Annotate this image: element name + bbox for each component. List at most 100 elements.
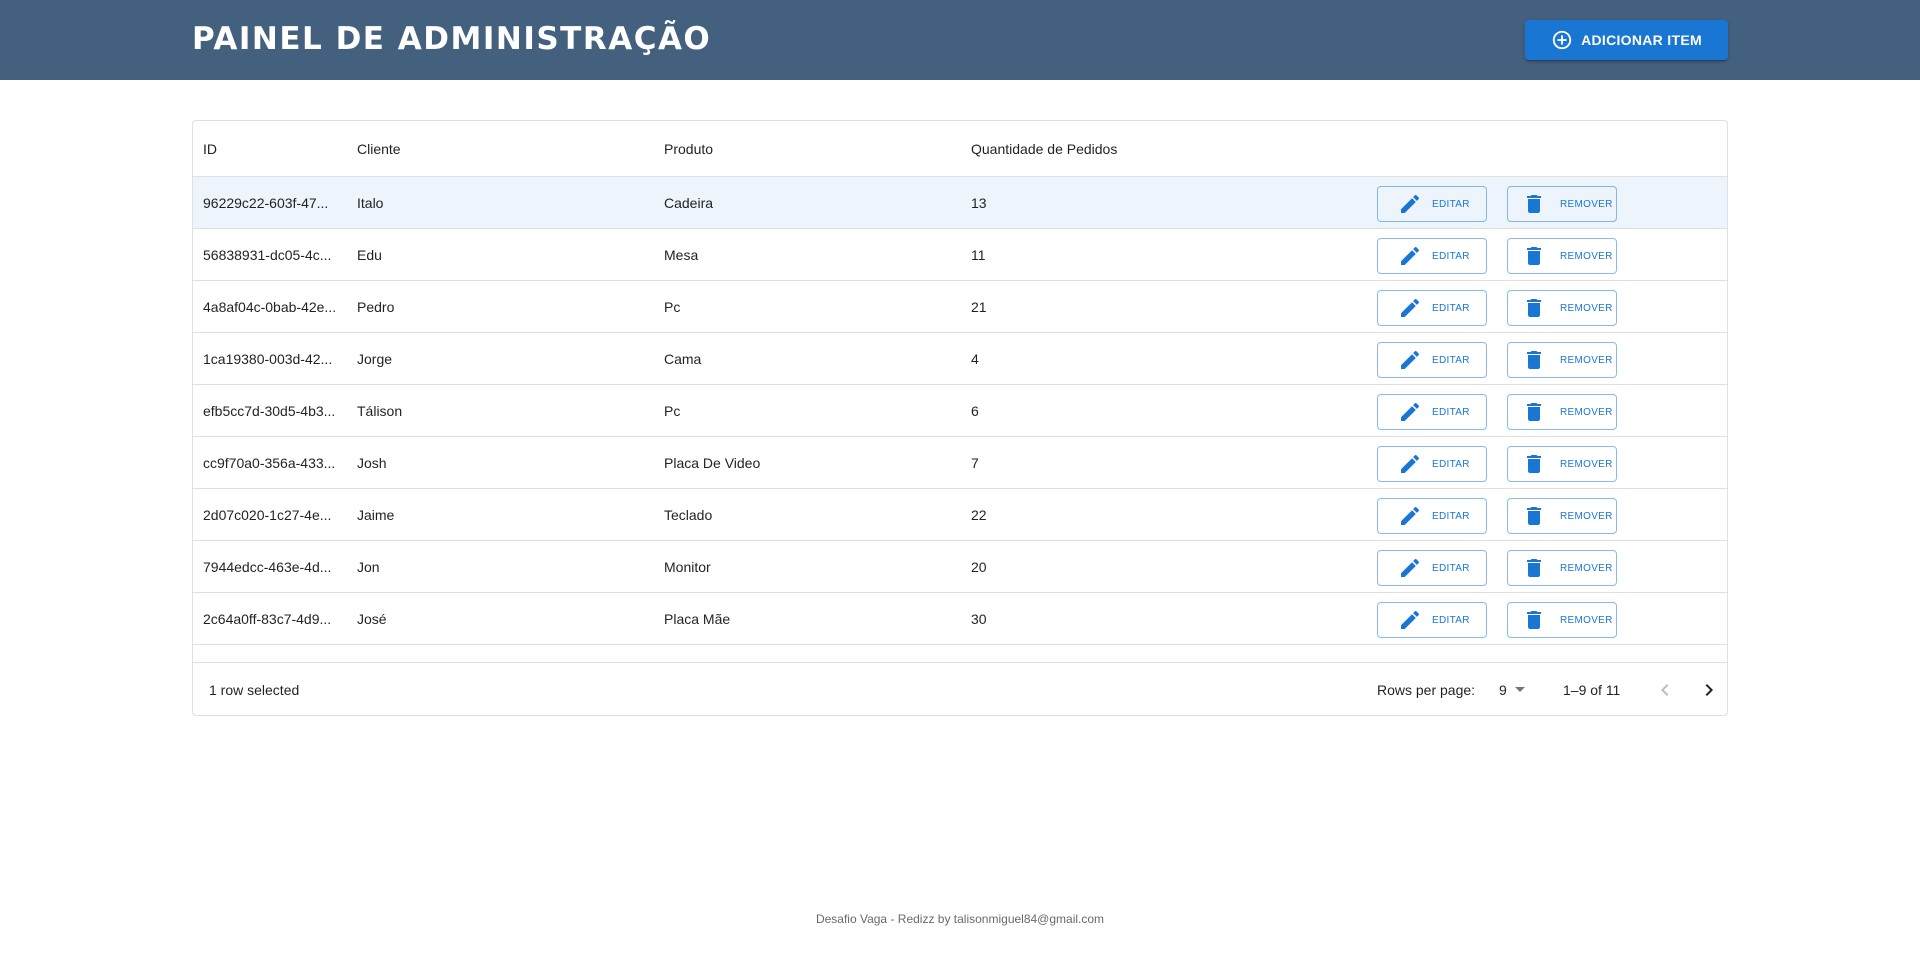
- column-header-produto[interactable]: Produto: [664, 121, 954, 176]
- remove-button[interactable]: REMOVER: [1507, 342, 1617, 378]
- cell-id: 56838931-dc05-4c...: [203, 246, 332, 263]
- cell-produto: Pc: [664, 402, 681, 419]
- app-header: PAINEL DE ADMINISTRAÇÃO ADICIONAR ITEM: [0, 0, 1920, 80]
- cell-id: 2c64a0ff-83c7-4d9...: [203, 610, 332, 627]
- edit-button[interactable]: EDITAR: [1377, 602, 1487, 638]
- cell-quantidade: 4: [971, 350, 979, 367]
- next-page-button[interactable]: [1694, 675, 1724, 705]
- cell-cliente: Tálison: [357, 402, 403, 419]
- edit-button[interactable]: EDITAR: [1377, 186, 1487, 222]
- cell-quantidade: 20: [971, 558, 987, 575]
- remove-label: REMOVER: [1560, 198, 1613, 210]
- trash-icon: [1527, 403, 1541, 421]
- cell-produto: Cama: [664, 350, 702, 367]
- data-grid: ID Cliente Produto Quantidade de Pedidos…: [192, 120, 1728, 716]
- page-footer: Desafio Vaga - Redizz by talisonmiguel84…: [815, 912, 1105, 926]
- cell-quantidade: 13: [971, 194, 987, 211]
- cell-id: 2d07c020-1c27-4e...: [203, 506, 332, 523]
- remove-button[interactable]: REMOVER: [1507, 446, 1617, 482]
- trash-icon: [1527, 195, 1541, 213]
- rows-per-page-select[interactable]: 9: [1499, 663, 1525, 716]
- cell-id: 7944edcc-463e-4d...: [203, 558, 332, 575]
- cell-cliente: Pedro: [357, 298, 395, 315]
- cell-produto: Placa Mãe: [664, 610, 731, 627]
- remove-label: REMOVER: [1560, 510, 1613, 522]
- remove-label: REMOVER: [1560, 614, 1613, 626]
- remove-button[interactable]: REMOVER: [1507, 550, 1617, 586]
- page-title: PAINEL DE ADMINISTRAÇÃO: [192, 21, 712, 57]
- remove-button[interactable]: REMOVER: [1507, 290, 1617, 326]
- table-row[interactable]: efb5cc7d-30d5-4b3... Tálison Pc 6 EDITAR REMO…: [193, 385, 1727, 437]
- cell-quantidade: 7: [971, 454, 979, 471]
- pencil-icon: [1401, 350, 1420, 369]
- pencil-icon: [1401, 298, 1420, 317]
- edit-label: EDITAR: [1432, 614, 1470, 626]
- edit-label: EDITAR: [1432, 302, 1470, 314]
- edit-label: EDITAR: [1432, 510, 1470, 522]
- selected-count: 1 row selected: [209, 681, 300, 698]
- table-row[interactable]: cc9f70a0-356a-433... Josh Placa De Video 7 E…: [193, 437, 1727, 489]
- remove-label: REMOVER: [1560, 458, 1613, 470]
- trash-icon: [1527, 455, 1541, 473]
- column-header-id[interactable]: ID: [203, 121, 343, 176]
- edit-button[interactable]: EDITAR: [1377, 238, 1487, 274]
- trash-icon: [1527, 559, 1541, 577]
- cell-cliente: Jaime: [357, 506, 395, 523]
- remove-label: REMOVER: [1560, 406, 1613, 418]
- cell-id: 96229c22-603f-47...: [203, 194, 329, 211]
- chevron-left-icon: [1661, 684, 1669, 696]
- table-row[interactable]: 2c64a0ff-83c7-4d9... José Placa Mãe 30 EDITA…: [193, 593, 1727, 645]
- trash-icon: [1527, 247, 1541, 265]
- cell-produto: Cadeira: [664, 194, 714, 211]
- table-row[interactable]: 7944edcc-463e-4d... Jon Monitor 20 EDITAR REM…: [193, 541, 1727, 593]
- edit-label: EDITAR: [1432, 198, 1470, 210]
- cell-id: 1ca19380-003d-42...: [203, 350, 333, 367]
- remove-button[interactable]: REMOVER: [1507, 394, 1617, 430]
- trash-icon: [1527, 351, 1541, 369]
- column-header-quantidade[interactable]: Quantidade de Pedidos: [971, 121, 1271, 176]
- table-row[interactable]: 2d07c020-1c27-4e... Jaime Teclado 22 EDITAR R…: [193, 489, 1727, 541]
- edit-button[interactable]: EDITAR: [1377, 550, 1487, 586]
- pencil-icon: [1401, 246, 1420, 265]
- remove-button[interactable]: REMOVER: [1507, 602, 1617, 638]
- remove-button[interactable]: REMOVER: [1507, 238, 1617, 274]
- cell-produto: Placa De Video: [664, 454, 761, 471]
- remove-label: REMOVER: [1560, 250, 1613, 262]
- pencil-icon: [1401, 610, 1420, 629]
- grid-header: ID Cliente Produto Quantidade de Pedidos: [193, 121, 1727, 177]
- cell-quantidade: 11: [971, 246, 986, 263]
- remove-label: REMOVER: [1560, 354, 1613, 366]
- cell-cliente: Josh: [357, 454, 387, 471]
- add-item-button[interactable]: ADICIONAR ITEM: [1525, 20, 1728, 60]
- table-row[interactable]: 4a8af04c-0bab-42e... Pedro Pc 21 EDITAR REMOV…: [193, 281, 1727, 333]
- remove-button[interactable]: REMOVER: [1507, 498, 1617, 534]
- cell-produto: Teclado: [664, 506, 713, 523]
- pencil-icon: [1401, 558, 1420, 577]
- cell-id: 4a8af04c-0bab-42e...: [203, 298, 337, 315]
- cell-quantidade: 30: [971, 610, 987, 627]
- pagination-range: 1–9 of 11: [1563, 681, 1621, 698]
- edit-button[interactable]: EDITAR: [1377, 446, 1487, 482]
- column-header-cliente[interactable]: Cliente: [357, 121, 647, 176]
- add-circle-icon: [1552, 30, 1572, 50]
- edit-button[interactable]: EDITAR: [1377, 498, 1487, 534]
- cell-cliente: Edu: [357, 246, 382, 263]
- cell-quantidade: 21: [971, 298, 987, 315]
- edit-label: EDITAR: [1432, 250, 1470, 262]
- remove-button[interactable]: REMOVER: [1507, 186, 1617, 222]
- table-row[interactable]: 96229c22-603f-47... Italo Cadeira 13 EDITAR R…: [193, 177, 1727, 229]
- table-row[interactable]: 56838931-dc05-4c... Edu Mesa 11 EDITAR REMOVE…: [193, 229, 1727, 281]
- edit-button[interactable]: EDITAR: [1377, 290, 1487, 326]
- table-row[interactable]: 1ca19380-003d-42... Jorge Cama 4 EDITAR REMOV…: [193, 333, 1727, 385]
- trash-icon: [1527, 299, 1541, 317]
- edit-button[interactable]: EDITAR: [1377, 394, 1487, 430]
- pencil-icon: [1401, 402, 1420, 421]
- remove-label: REMOVER: [1560, 562, 1613, 574]
- grid-rows: 96229c22-603f-47... Italo Cadeira 13 EDITAR R…: [193, 177, 1727, 645]
- edit-label: EDITAR: [1432, 562, 1470, 574]
- edit-button[interactable]: EDITAR: [1377, 342, 1487, 378]
- previous-page-button[interactable]: [1650, 675, 1680, 705]
- cell-quantidade: 22: [971, 506, 987, 523]
- remove-label: REMOVER: [1560, 302, 1613, 314]
- trash-icon: [1527, 507, 1541, 525]
